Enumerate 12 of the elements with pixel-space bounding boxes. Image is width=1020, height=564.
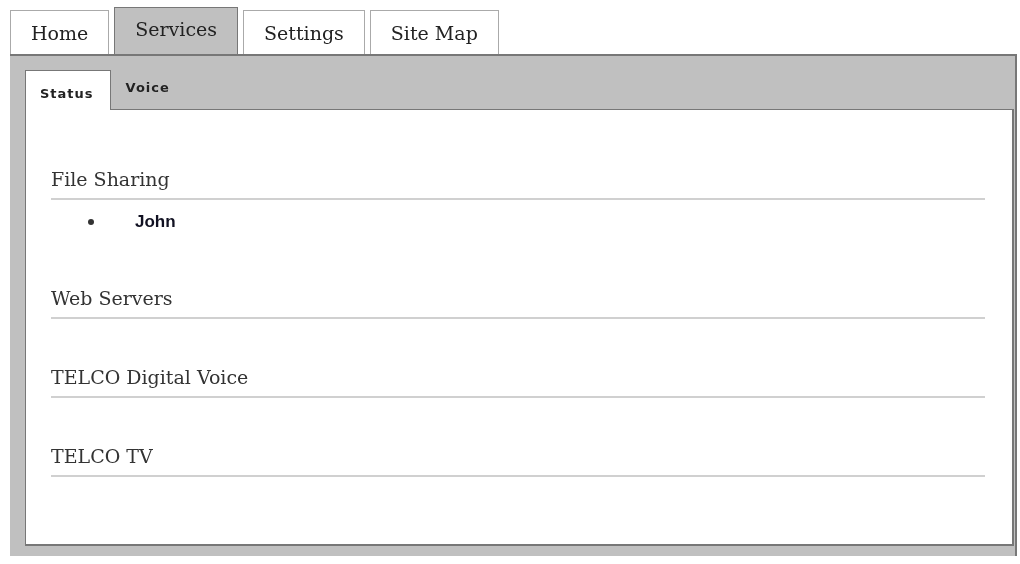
sub-tab[interactable]: Status [25,70,111,110]
nav-tab[interactable]: Settings [243,10,365,54]
service-item: John [135,212,176,232]
nav-tab[interactable]: Home [10,10,110,54]
nav-tab[interactable]: Services [114,7,239,54]
section-heading: Web Servers [51,287,985,319]
sub-tab[interactable]: Voice [110,70,190,109]
section-heading: TELCO Digital Voice [51,366,985,398]
nav-tab[interactable]: Site Map [369,10,499,54]
section-heading: TELCO TV [51,445,985,477]
bullet-icon [88,219,94,225]
section-heading: File Sharing [51,168,985,200]
